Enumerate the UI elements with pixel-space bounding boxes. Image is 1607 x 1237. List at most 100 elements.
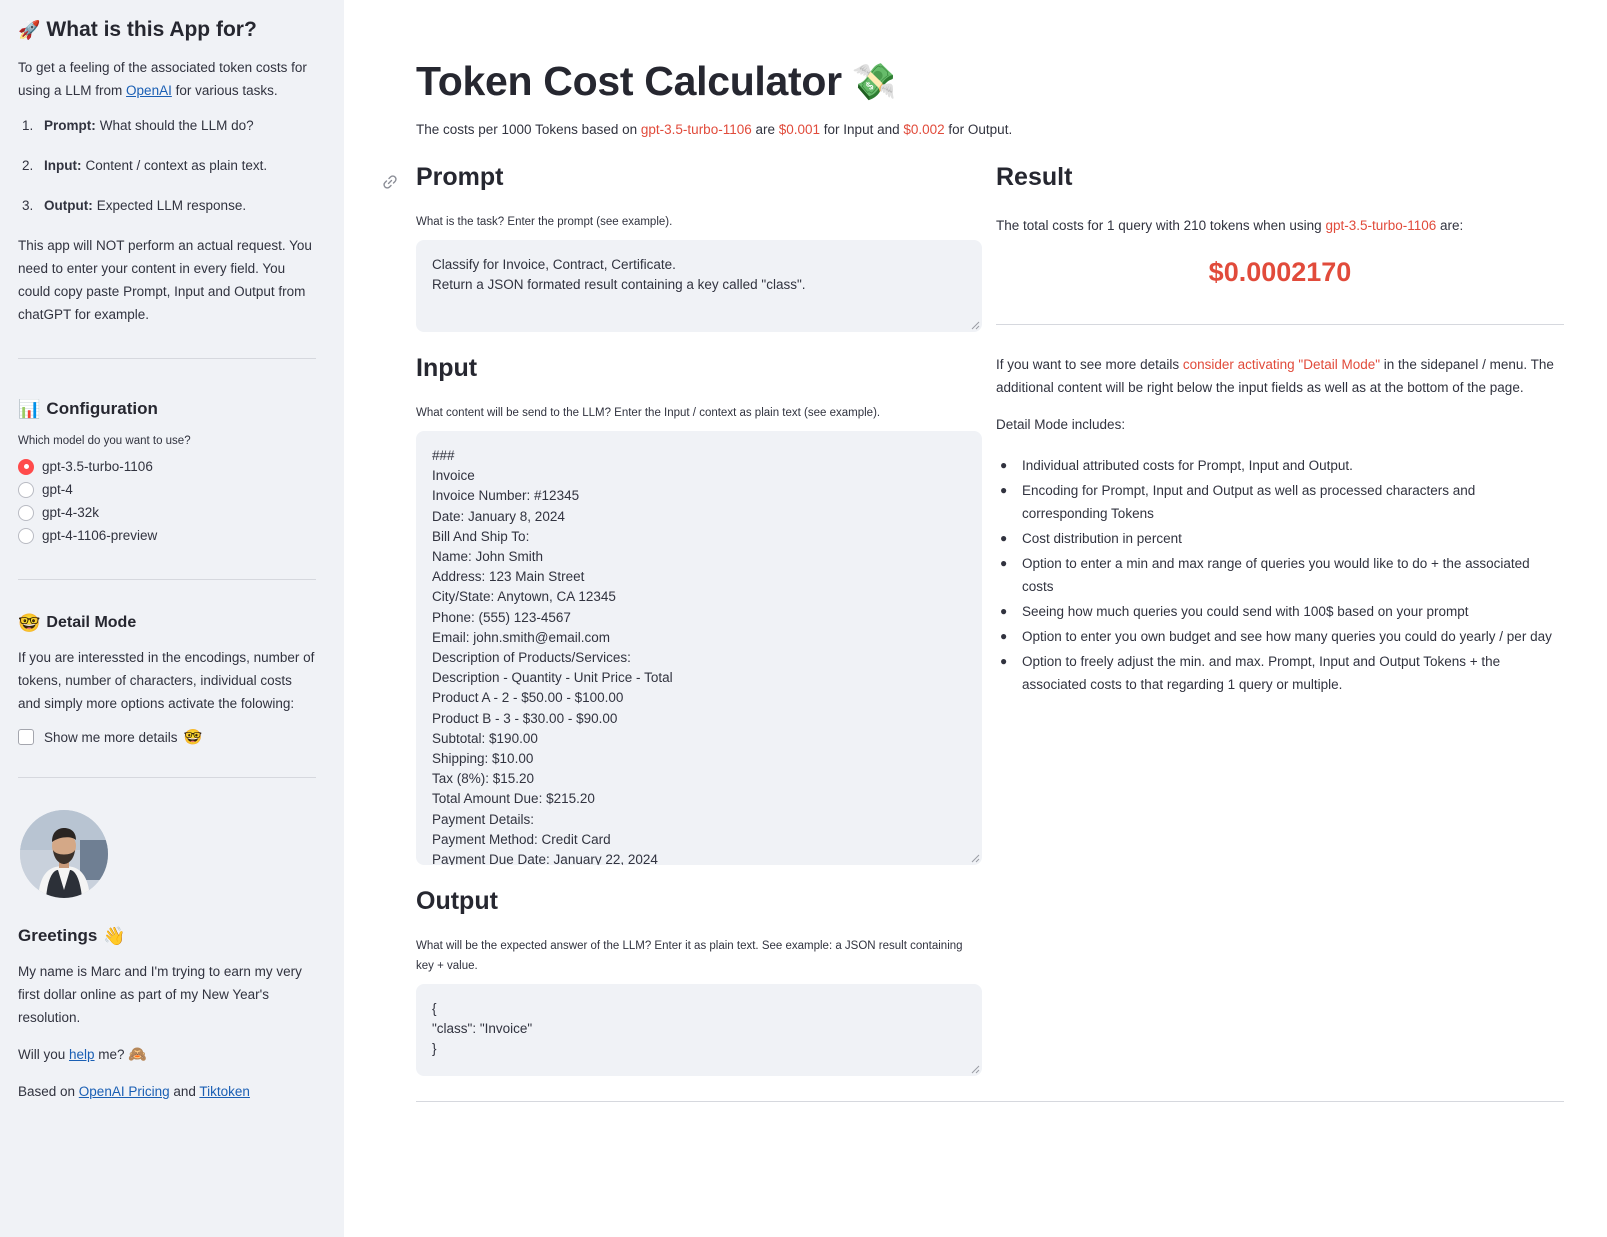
features-list: ● Individual attributed costs for Prompt,…	[996, 454, 1564, 696]
based-on-line: Based on OpenAI Pricing and Tiktoken	[18, 1080, 316, 1103]
feature-item: ● Option to freely adjust the min. and ma…	[996, 650, 1564, 696]
result-post: are:	[1436, 218, 1464, 233]
prompt-textarea[interactable]: Classify for Invoice, Contract, Certific…	[416, 240, 982, 332]
input-line: ###	[432, 448, 455, 463]
step-label: Output:	[44, 198, 93, 213]
input-line: Phone: (555) 123-4567	[432, 609, 571, 625]
input-line: Description of Products/Services:	[432, 650, 631, 666]
step-label: Input:	[44, 158, 82, 173]
detail-mode-checkbox[interactable]: Show me more details 🤓	[18, 729, 316, 745]
help-post: me?	[94, 1047, 125, 1062]
subtitle-pre: The costs per 1000 Tokens based on	[416, 122, 641, 137]
hint-highlight: consider activating "Detail Mode"	[1182, 357, 1381, 372]
output-line: "class": "Invoice"	[432, 1021, 533, 1037]
about-heading: 🚀 What is this App for?	[18, 18, 316, 42]
input-line: Name: John Smith	[432, 549, 544, 565]
output-textarea[interactable]: { "class": "Invoice" }	[416, 984, 982, 1076]
input-line: Email: john.smith@email.com	[432, 629, 611, 645]
page-title: Token Cost Calculator 💸	[416, 58, 897, 105]
checkbox-icon[interactable]	[18, 729, 34, 745]
rocket-icon: 🚀	[18, 20, 41, 40]
model-option-gpt-3-5-turbo-1106[interactable]: gpt-3.5-turbo-1106	[18, 455, 316, 478]
result-model: gpt-3.5-turbo-1106	[1325, 218, 1437, 233]
model-option-gpt-4[interactable]: gpt-4	[18, 478, 316, 501]
feature-text: Encoding for Prompt, Input and Output as…	[1022, 483, 1476, 521]
radio-icon[interactable]	[18, 504, 34, 521]
tiktoken-link[interactable]: Tiktoken	[199, 1084, 250, 1099]
feature-item: ● Cost distribution in percent	[996, 527, 1564, 550]
input-line: Invoice	[432, 468, 475, 484]
help-line: Will you help me? 🙈	[18, 1043, 316, 1066]
config-heading: 📊 Configuration	[18, 399, 316, 419]
model-option-gpt-4-32k[interactable]: gpt-4-32k	[18, 501, 316, 524]
step-label: Prompt:	[44, 118, 96, 133]
step-text: Expected LLM response.	[96, 198, 247, 213]
feature-text: Seeing how much queries you could send w…	[1022, 604, 1469, 619]
monkey-icon: 🙈	[128, 1046, 148, 1063]
step-number: 3.	[22, 198, 34, 213]
step-output: 3. Output: Expected LLM response.	[18, 194, 316, 217]
step-number: 2.	[22, 158, 34, 173]
input-line: Payment Due Date: January 22, 2024	[432, 852, 658, 865]
feature-text: Option to freely adjust the min. and max…	[1022, 654, 1501, 692]
output-price: $0.002	[903, 122, 945, 137]
output-line: }	[432, 1041, 437, 1057]
openai-pricing-link[interactable]: OpenAI Pricing	[79, 1084, 170, 1099]
model-option-label: gpt-4	[42, 482, 73, 497]
link-icon[interactable]	[380, 172, 400, 192]
resize-handle-icon[interactable]	[970, 320, 980, 330]
resize-handle-icon[interactable]	[970, 1064, 980, 1074]
main-content: Token Cost Calculator 💸 The costs per 10…	[344, 0, 1607, 1237]
prompt-heading: Prompt	[416, 163, 504, 191]
input-line: Payment Details:	[432, 811, 535, 827]
model-option-gpt-4-1106-preview[interactable]: gpt-4-1106-preview	[18, 524, 316, 547]
resize-handle-icon[interactable]	[970, 853, 980, 863]
about-intro-post: for various tasks.	[171, 83, 278, 98]
output-line: {	[432, 1001, 437, 1016]
input-line: Address: 123 Main Street	[432, 569, 585, 585]
page-title-text: Token Cost Calculator	[416, 58, 842, 104]
hint-pre: If you want to see more details	[996, 357, 1183, 372]
output-heading: Output	[416, 887, 498, 915]
radio-icon[interactable]	[18, 481, 34, 498]
bullet-icon: ●	[1000, 604, 1008, 618]
feature-item: ● Seeing how much queries you could send …	[996, 600, 1564, 623]
bottom-divider	[416, 1101, 1564, 1102]
model-question: Which model do you want to use?	[18, 435, 191, 447]
result-pre: The total costs for 1 query with 210 tok…	[996, 218, 1326, 233]
money-wings-icon: 💸	[851, 60, 897, 102]
input-line: Tax (8%): $15.20	[432, 771, 535, 787]
subtitle-model: gpt-3.5-turbo-1106	[640, 122, 752, 137]
total-cost-value: $0.0002170	[1208, 257, 1352, 287]
output-caption: What will be the expected answer of the …	[416, 940, 963, 972]
subtitle-mid1: are	[751, 122, 779, 137]
bullet-icon: ●	[1000, 458, 1008, 472]
detail-heading: 🤓 Detail Mode	[18, 614, 316, 632]
input-caption: What content will be send to the LLM? En…	[416, 407, 881, 419]
help-link[interactable]: help	[69, 1047, 95, 1062]
input-line: Total Amount Due: $215.20	[432, 791, 595, 807]
input-textarea[interactable]: ### Invoice Invoice Number: #12345 Date: Ja…	[416, 431, 982, 865]
bullet-icon: ●	[1000, 531, 1008, 545]
model-option-label: gpt-3.5-turbo-1106	[42, 459, 153, 474]
input-line: Bill And Ship To:	[432, 528, 530, 544]
openai-link[interactable]: OpenAI	[126, 83, 172, 98]
prompt-line: Return a JSON formated result containing…	[432, 277, 806, 293]
feature-text: Option to enter a min and max range of q…	[1022, 556, 1530, 594]
result-column: Result The total costs for 1 query with …	[996, 163, 1564, 698]
subtitle-mid2: for Input and	[820, 122, 904, 137]
greetings-text: My name is Marc and I'm trying to earn m…	[18, 964, 302, 1025]
radio-selected-icon[interactable]	[18, 458, 34, 475]
step-input: 2. Input: Content / context as plain text.	[18, 154, 316, 177]
config-heading-text: Configuration	[46, 399, 158, 418]
pricing-subtitle: The costs per 1000 Tokens based on gpt-3…	[416, 122, 1012, 137]
detail-mode-hint: If you want to see more details consider…	[996, 353, 1564, 399]
sidebar-divider	[18, 579, 316, 580]
step-text: What should the LLM do?	[99, 118, 254, 133]
radio-icon[interactable]	[18, 527, 34, 544]
feature-item: ● Individual attributed costs for Prompt,…	[996, 454, 1564, 477]
subtitle-post: for Output.	[944, 122, 1013, 137]
feature-item: ● Option to enter a min and max range of …	[996, 552, 1564, 598]
detail-checkbox-label: Show me more details	[44, 729, 178, 745]
bullet-icon: ●	[1000, 556, 1008, 570]
